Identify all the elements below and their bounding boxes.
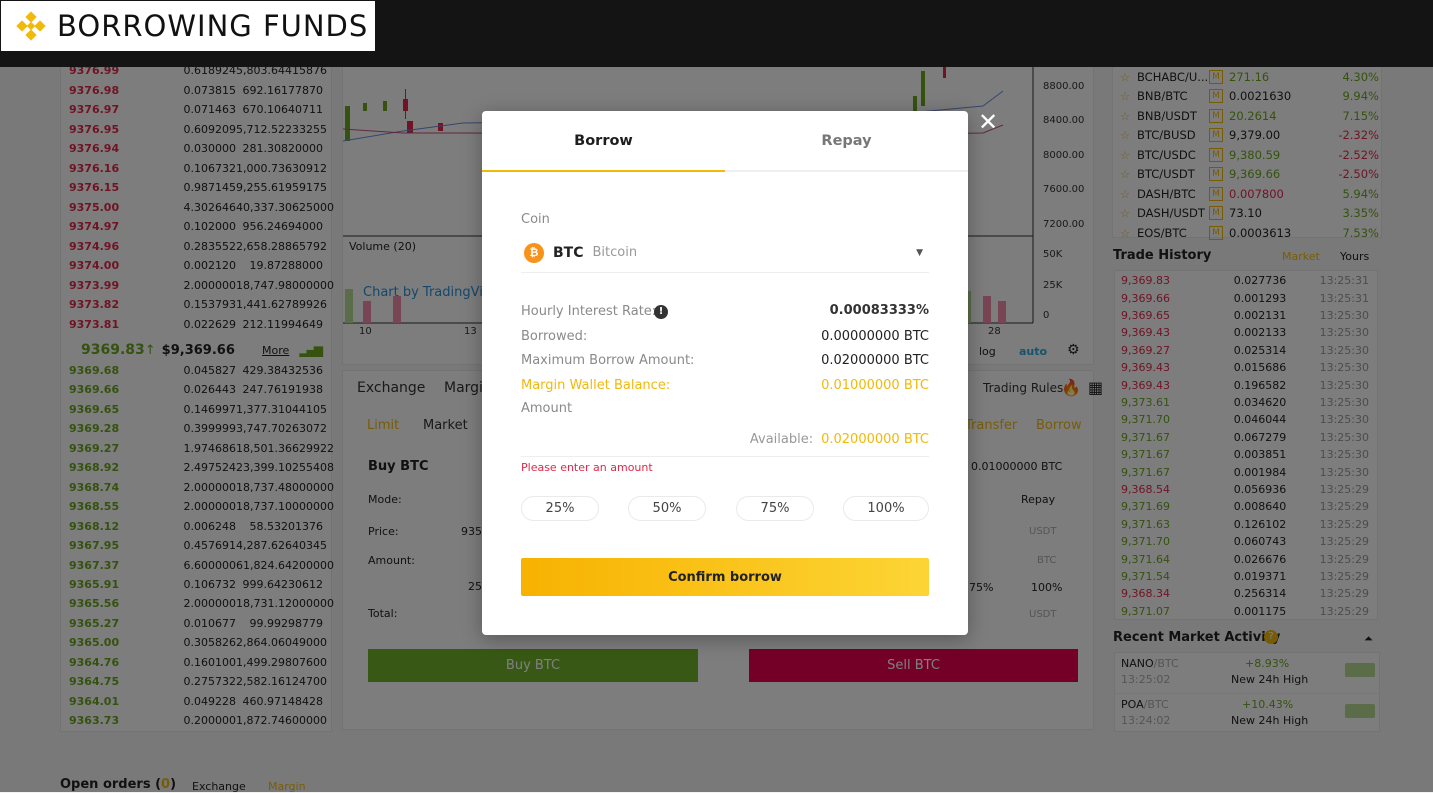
binance-logo-icon bbox=[16, 11, 46, 41]
percent-100-button[interactable]: 100% bbox=[843, 496, 929, 521]
interest-rate-label: Hourly Interest Rate: bbox=[521, 304, 657, 319]
interest-rate-value: 0.00083333% bbox=[829, 303, 929, 318]
max-borrow-label: Maximum Borrow Amount: bbox=[521, 353, 695, 368]
tab-borrow[interactable]: Borrow bbox=[482, 111, 725, 171]
coin-name: Bitcoin bbox=[592, 245, 638, 260]
bitcoin-icon: ₿ bbox=[524, 242, 544, 263]
amount-label: Amount bbox=[521, 401, 573, 416]
confirm-borrow-button[interactable]: Confirm borrow bbox=[521, 558, 929, 596]
coin-select[interactable]: ₿ BTC Bitcoin ▼ bbox=[521, 233, 929, 273]
wallet-balance-value: 0.01000000 BTC bbox=[821, 378, 929, 393]
coin-symbol: BTC bbox=[553, 244, 584, 261]
coin-label: Coin bbox=[521, 212, 550, 227]
chevron-down-icon: ▼ bbox=[916, 247, 923, 258]
available-value: 0.02000000 BTC bbox=[821, 432, 929, 447]
banner-title: BORROWING FUNDS bbox=[57, 9, 369, 43]
available-label: Available: bbox=[749, 432, 814, 447]
max-borrow-value: 0.02000000 BTC bbox=[821, 353, 929, 368]
percent-50-button[interactable]: 50% bbox=[628, 496, 706, 521]
banner-logo: BORROWING FUNDS bbox=[1, 1, 375, 51]
top-banner: BORROWING FUNDS bbox=[0, 0, 1433, 67]
borrow-modal: Borrow Repay Coin ₿ BTC Bitcoin ▼ Hourly… bbox=[482, 111, 968, 635]
wallet-balance-label: Margin Wallet Balance: bbox=[521, 378, 671, 393]
amount-error: Please enter an amount bbox=[521, 461, 653, 474]
borrowed-value: 0.00000000 BTC bbox=[821, 329, 929, 344]
close-icon[interactable]: ✕ bbox=[978, 108, 998, 136]
borrowed-label: Borrowed: bbox=[521, 329, 588, 344]
percent-25-button[interactable]: 25% bbox=[521, 496, 599, 521]
percent-75-button[interactable]: 75% bbox=[736, 496, 814, 521]
active-tab-indicator bbox=[482, 170, 725, 172]
tab-repay[interactable]: Repay bbox=[725, 111, 968, 171]
amount-input[interactable]: Available: 0.02000000 BTC bbox=[521, 423, 929, 457]
info-icon[interactable]: ! bbox=[654, 305, 668, 319]
